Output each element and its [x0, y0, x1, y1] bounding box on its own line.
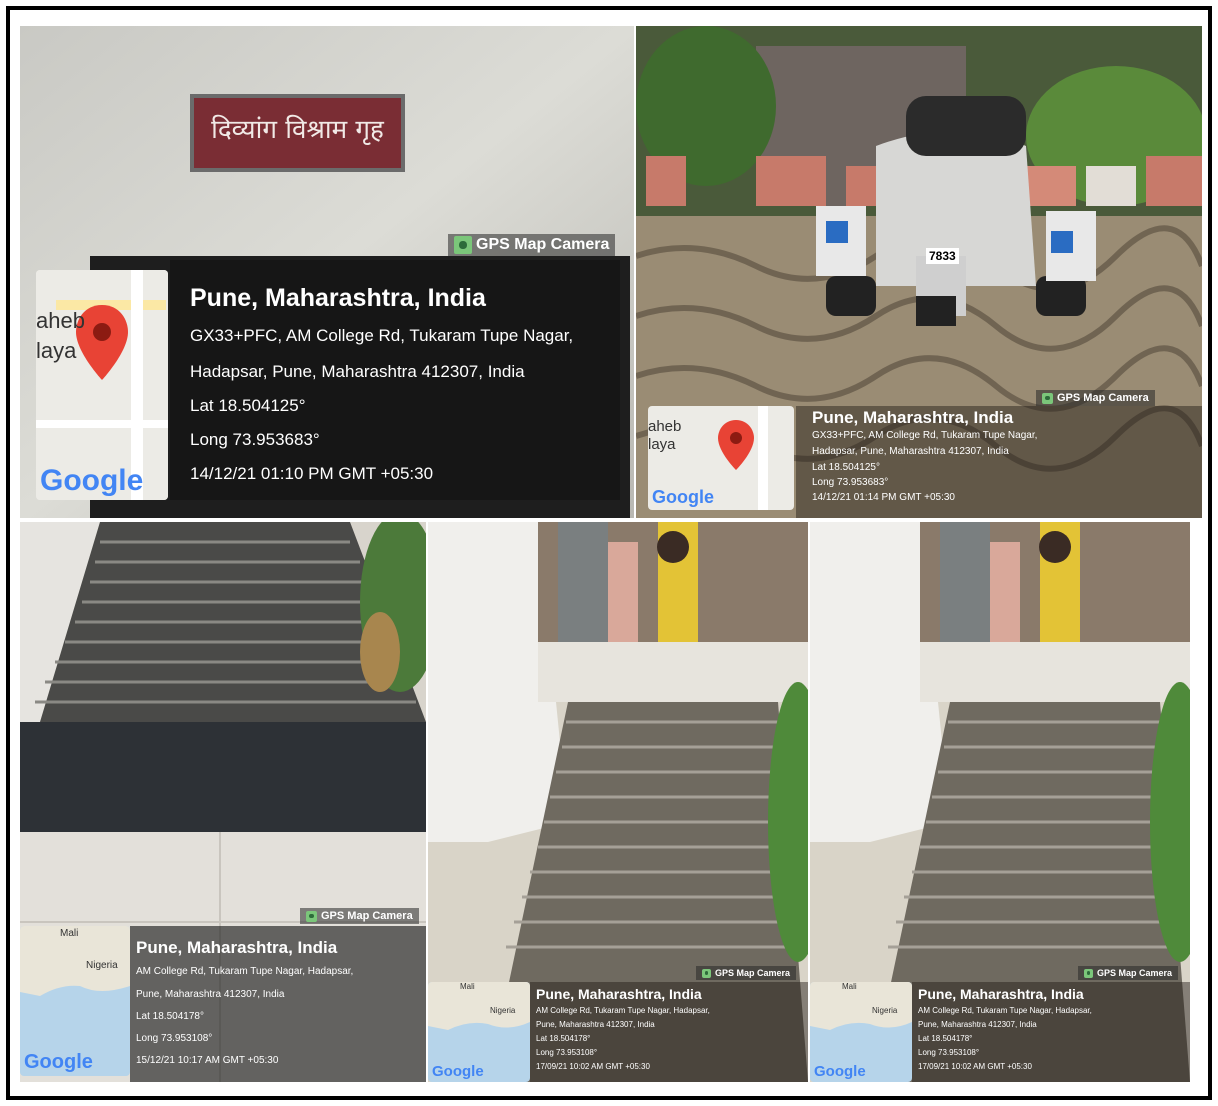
- gps-tag-label: GPS Map Camera: [321, 910, 413, 922]
- camera-icon: [1084, 968, 1093, 978]
- gps-tag-label: GPS Map Camera: [1057, 392, 1149, 404]
- timestamp: 14/12/21 01:14 PM GMT +05:30: [812, 492, 955, 503]
- google-logo: Google: [432, 1063, 484, 1080]
- map-thumbnail: aheb laya Google: [36, 270, 168, 500]
- address-line-2: Hadapsar, Pune, Maharashtra 412307, Indi…: [190, 362, 525, 381]
- timestamp: 17/09/21 10:02 AM GMT +05:30: [536, 1062, 650, 1071]
- latitude: Lat 18.504125°: [812, 462, 880, 473]
- longitude: Long 73.953108°: [918, 1048, 980, 1057]
- camera-icon: [306, 910, 317, 922]
- timestamp: 17/09/21 10:02 AM GMT +05:30: [918, 1062, 1032, 1071]
- photo-ramp-entrance-1: GPS Map Camera Mali Nigeria Google Pune,…: [428, 522, 808, 1082]
- photo-rest-room-sign: दिव्यांग विश्राम गृह GPS Map Camera aheb…: [20, 26, 634, 518]
- map-label: laya: [648, 436, 676, 453]
- google-logo: Google: [814, 1063, 866, 1080]
- longitude: Long 73.953683°: [190, 430, 320, 449]
- address-line-1: AM College Rd, Tukaram Tupe Nagar, Hadap…: [136, 966, 354, 977]
- photo-adapted-scooter: 7833 GPS Map Camera aheb laya Google Pun…: [636, 26, 1202, 518]
- map-label: Nigeria: [86, 960, 118, 971]
- address-line-2: Hadapsar, Pune, Maharashtra 412307, Indi…: [812, 446, 1009, 457]
- map-label: laya: [36, 338, 77, 363]
- latitude: Lat 18.504178°: [536, 1034, 591, 1043]
- photo-ramp-entrance-2: GPS Map Camera Mali Nigeria Google Pune,…: [810, 522, 1190, 1082]
- map-label: aheb: [648, 418, 682, 435]
- map-label: Mali: [460, 982, 475, 991]
- gps-camera-tag: GPS Map Camera: [696, 966, 797, 980]
- latitude: Lat 18.504178°: [918, 1034, 973, 1043]
- longitude: Long 73.953108°: [536, 1048, 598, 1057]
- camera-icon: [1042, 392, 1053, 404]
- map-label: Nigeria: [490, 1006, 516, 1015]
- location-city: Pune, Maharashtra, India: [536, 986, 702, 1002]
- google-logo: Google: [24, 1051, 93, 1073]
- address-line-1: GX33+PFC, AM College Rd, Tukaram Tupe Na…: [812, 430, 1038, 441]
- camera-icon: [454, 236, 472, 254]
- timestamp: 15/12/21 10:17 AM GMT +05:30: [136, 1055, 279, 1066]
- address-line-2: Pune, Maharashtra 412307, India: [536, 1020, 655, 1029]
- map-label: Nigeria: [872, 1006, 898, 1015]
- gps-camera-tag: GPS Map Camera: [1078, 966, 1179, 980]
- location-city: Pune, Maharashtra, India: [190, 284, 486, 312]
- latitude: Lat 18.504178°: [136, 1011, 204, 1022]
- map-thumbnail: Mali Nigeria Google: [20, 926, 130, 1076]
- address-line-2: Pune, Maharashtra 412307, India: [136, 989, 285, 1000]
- gps-tag-label: GPS Map Camera: [476, 236, 610, 253]
- number-plate: 7833: [926, 248, 959, 264]
- map-thumbnail: aheb laya Google: [648, 406, 794, 510]
- map-thumbnail: Mali Nigeria Google: [810, 982, 912, 1082]
- address-line-1: GX33+PFC, AM College Rd, Tukaram Tupe Na…: [190, 326, 574, 345]
- latitude: Lat 18.504125°: [190, 396, 306, 415]
- location-city: Pune, Maharashtra, India: [812, 408, 1014, 427]
- camera-icon: [702, 968, 711, 978]
- google-logo: Google: [40, 464, 144, 497]
- address-line-2: Pune, Maharashtra 412307, India: [918, 1020, 1037, 1029]
- longitude: Long 73.953683°: [812, 477, 889, 488]
- gps-camera-tag: GPS Map Camera: [1036, 390, 1155, 406]
- gps-tag-label: GPS Map Camera: [1097, 968, 1173, 978]
- address-line-1: AM College Rd, Tukaram Tupe Nagar, Hadap…: [918, 1006, 1092, 1015]
- sign-text: दिव्यांग विश्राम गृह: [211, 115, 384, 145]
- google-logo: Google: [652, 487, 714, 507]
- timestamp: 14/12/21 01:10 PM GMT +05:30: [190, 464, 434, 483]
- map-label: Mali: [842, 982, 857, 991]
- gps-camera-tag: GPS Map Camera: [448, 234, 616, 256]
- location-city: Pune, Maharashtra, India: [136, 938, 338, 957]
- address-line-1: AM College Rd, Tukaram Tupe Nagar, Hadap…: [536, 1006, 710, 1015]
- longitude: Long 73.953108°: [136, 1033, 213, 1044]
- map-label: Mali: [60, 928, 79, 939]
- map-label: aheb: [36, 308, 85, 333]
- map-thumbnail: Mali Nigeria Google: [428, 982, 530, 1082]
- gps-camera-tag: GPS Map Camera: [300, 908, 419, 924]
- gps-tag-label: GPS Map Camera: [715, 968, 791, 978]
- photo-ramp-1: GPS Map Camera Mali Nigeria Google Pune,…: [20, 522, 426, 1082]
- location-city: Pune, Maharashtra, India: [918, 986, 1084, 1002]
